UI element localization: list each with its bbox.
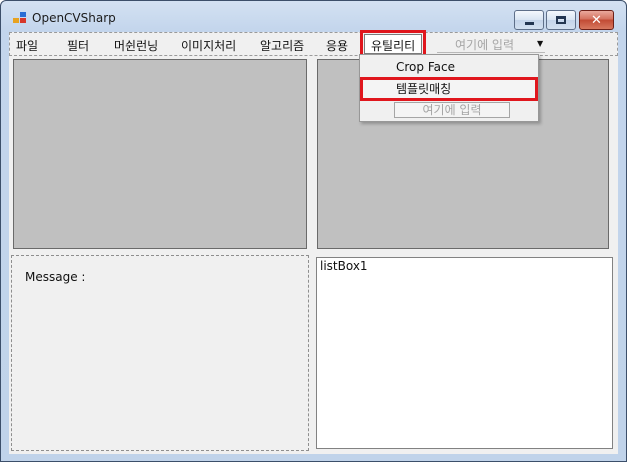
list-box[interactable]: listBox1: [316, 257, 613, 449]
maximize-icon: [547, 11, 575, 29]
minimize-icon: [515, 11, 543, 29]
window-title: OpenCVSharp: [32, 11, 116, 25]
app-icon: [13, 12, 27, 24]
close-button[interactable]: ✕: [579, 10, 614, 30]
maximize-button[interactable]: [546, 10, 576, 30]
minimize-button[interactable]: [514, 10, 544, 30]
dropdown-arrow-icon[interactable]: ▼: [537, 37, 545, 51]
menu-item-crop-face[interactable]: Crop Face: [362, 57, 536, 77]
title-bar[interactable]: OpenCVSharp ✕: [1, 1, 626, 31]
close-icon: ✕: [591, 12, 602, 28]
utility-dropdown-menu: Crop Face 템플릿매칭 여기에 입력: [359, 54, 539, 122]
picture-box-left: [13, 59, 307, 249]
menu-item-template-matching[interactable]: 템플릿매칭: [360, 77, 538, 101]
menu-image-processing[interactable]: 이미지처리: [181, 37, 236, 54]
menu-bar: 파일 필터 머쉰런닝 이미지처리 알고리즘 응용 유틸리티 여기에 입력 ▼: [9, 30, 618, 58]
dropdown-new-item-input[interactable]: 여기에 입력: [394, 102, 510, 118]
form-client-area: 파일 필터 머쉰런닝 이미지처리 알고리즘 응용 유틸리티 여기에 입력 ▼ M…: [9, 30, 618, 454]
menu-file[interactable]: 파일: [16, 37, 38, 54]
menu-toolstrip-input[interactable]: 여기에 입력 ▼: [437, 36, 545, 53]
main-window: OpenCVSharp ✕ 파일 필터 머쉰런닝 이미지처리 알고리즘 응용 유…: [0, 0, 627, 462]
menu-algorithm[interactable]: 알고리즘: [260, 37, 304, 54]
message-label: Message :: [25, 270, 86, 284]
list-item[interactable]: listBox1: [320, 259, 368, 273]
menu-filter[interactable]: 필터: [67, 37, 89, 54]
message-panel: [11, 255, 309, 451]
menu-application[interactable]: 응용: [326, 37, 348, 54]
menu-utility[interactable]: 유틸리티: [359, 30, 427, 58]
menu-toolstrip-placeholder: 여기에 입력: [455, 38, 515, 52]
menu-machine-learning[interactable]: 머쉰런닝: [114, 37, 158, 54]
